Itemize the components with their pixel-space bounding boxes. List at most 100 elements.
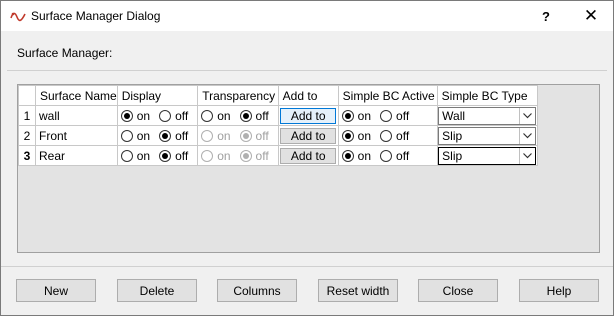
bc-type-cell: Wall: [436, 105, 538, 126]
display-radio-group: on off: [118, 109, 197, 123]
row-number[interactable]: 3: [18, 145, 36, 166]
bc-active-on-label: on: [357, 148, 372, 163]
bc-active-cell: on off: [337, 125, 438, 146]
display-off-label: off: [175, 128, 189, 143]
surface-grid[interactable]: Surface Name Display Transparency Add to…: [17, 84, 600, 253]
display-off-radio[interactable]: [159, 149, 172, 162]
col-header-display[interactable]: Display: [116, 85, 199, 106]
transparency-off-label: off: [255, 108, 269, 123]
bc-active-on-radio[interactable]: [341, 129, 354, 142]
col-header-transparency[interactable]: Transparency: [197, 85, 279, 106]
new-button[interactable]: New: [16, 279, 96, 302]
transparency-on-radio: [201, 129, 214, 142]
bc-type-value: Slip: [442, 128, 463, 143]
transparency-cell: on off: [197, 105, 279, 126]
display-cell: on off: [116, 105, 199, 126]
transparency-off-radio: [239, 149, 252, 162]
button-row: New Delete Columns Reset width Close Hel…: [1, 266, 613, 316]
display-on-label: on: [136, 148, 151, 163]
transparency-off-label: off: [255, 148, 269, 163]
close-window-button[interactable]: ✕: [569, 1, 613, 31]
surface-name-cell[interactable]: Rear: [35, 145, 118, 166]
add-to-button[interactable]: Add to: [280, 147, 337, 164]
bc-active-radio-group: on off: [339, 149, 437, 163]
add-to-cell: Add to: [277, 145, 339, 166]
table-row[interactable]: 1 wall on off on off Add to on off Wall: [18, 105, 538, 126]
bc-type-value: Slip: [442, 148, 463, 163]
table-row[interactable]: 3 Rear on off on off Add to on off Slip: [18, 145, 538, 166]
col-header-surface-name[interactable]: Surface Name: [35, 85, 118, 106]
transparency-on-label: on: [217, 108, 231, 123]
display-cell: on off: [116, 145, 199, 166]
transparency-radio-group: on off: [198, 149, 277, 163]
close-button[interactable]: Close: [418, 279, 498, 302]
bc-active-off-radio[interactable]: [380, 109, 393, 122]
group-label: Surface Manager:: [17, 46, 113, 60]
add-to-cell: Add to: [277, 125, 339, 146]
bc-active-off-radio[interactable]: [380, 149, 393, 162]
surface-table: Surface Name Display Transparency Add to…: [18, 85, 538, 166]
transparency-on-label: on: [217, 128, 231, 143]
display-off-radio[interactable]: [159, 129, 172, 142]
transparency-radio-group: on off: [198, 109, 277, 123]
display-off-radio[interactable]: [159, 109, 172, 122]
surface-name-cell[interactable]: wall: [35, 105, 118, 126]
group-header: Surface Manager:: [7, 33, 607, 71]
app-wave-icon: [10, 12, 26, 22]
bc-type-select[interactable]: Slip: [438, 126, 537, 145]
col-header-add-to[interactable]: Add to: [277, 85, 339, 106]
display-on-radio[interactable]: [120, 149, 133, 162]
add-to-button[interactable]: Add to: [280, 107, 337, 124]
bc-type-value: Wall: [442, 108, 466, 123]
help-button[interactable]: Help: [519, 279, 599, 302]
display-cell: on off: [116, 125, 199, 146]
display-radio-group: on off: [118, 149, 197, 163]
display-on-label: on: [136, 108, 151, 123]
add-to-button[interactable]: Add to: [280, 127, 337, 144]
bc-active-on-radio[interactable]: [341, 109, 354, 122]
col-header-simple-bc-active[interactable]: Simple BC Active: [337, 85, 438, 106]
bc-active-cell: on off: [337, 145, 438, 166]
display-on-radio[interactable]: [120, 129, 133, 142]
corner-header: [18, 85, 36, 106]
bc-type-cell: Slip: [436, 145, 538, 166]
transparency-on-radio[interactable]: [201, 109, 214, 122]
row-number[interactable]: 2: [18, 125, 36, 146]
bc-active-radio-group: on off: [339, 109, 437, 123]
bc-active-cell: on off: [337, 105, 438, 126]
table-row[interactable]: 2 Front on off on off Add to on off Slip: [18, 125, 538, 146]
transparency-off-radio: [239, 129, 252, 142]
transparency-cell: on off: [197, 145, 279, 166]
bc-type-cell: Slip: [436, 125, 538, 146]
transparency-on-label: on: [217, 148, 231, 163]
display-radio-group: on off: [118, 129, 197, 143]
delete-button[interactable]: Delete: [117, 279, 197, 302]
transparency-radio-group: on off: [198, 129, 277, 143]
bc-type-select[interactable]: Slip: [438, 146, 537, 165]
columns-button[interactable]: Columns: [217, 279, 297, 302]
help-title-button[interactable]: ?: [524, 1, 568, 31]
chevron-down-icon[interactable]: [519, 147, 536, 164]
bc-type-select[interactable]: Wall: [438, 106, 537, 125]
header-row: Surface Name Display Transparency Add to…: [18, 85, 538, 106]
surface-name-cell[interactable]: Front: [35, 125, 118, 146]
row-number[interactable]: 1: [18, 105, 36, 126]
add-to-cell: Add to: [277, 105, 339, 126]
display-off-label: off: [175, 108, 189, 123]
title-bar: Surface Manager Dialog ? ✕: [1, 1, 613, 31]
bc-active-off-label: off: [396, 128, 410, 143]
display-on-label: on: [136, 128, 151, 143]
bc-active-off-label: off: [396, 108, 410, 123]
col-header-simple-bc-type[interactable]: Simple BC Type: [436, 85, 538, 106]
transparency-on-radio: [201, 149, 214, 162]
transparency-off-label: off: [255, 128, 269, 143]
transparency-off-radio[interactable]: [239, 109, 252, 122]
display-off-label: off: [175, 148, 189, 163]
chevron-down-icon[interactable]: [519, 127, 536, 144]
display-on-radio[interactable]: [120, 109, 133, 122]
bc-active-on-radio[interactable]: [341, 149, 354, 162]
chevron-down-icon[interactable]: [519, 107, 536, 124]
reset-width-button[interactable]: Reset width: [318, 279, 398, 302]
dialog-window: Surface Manager Dialog ? ✕ Surface Manag…: [0, 0, 614, 316]
bc-active-off-radio[interactable]: [380, 129, 393, 142]
